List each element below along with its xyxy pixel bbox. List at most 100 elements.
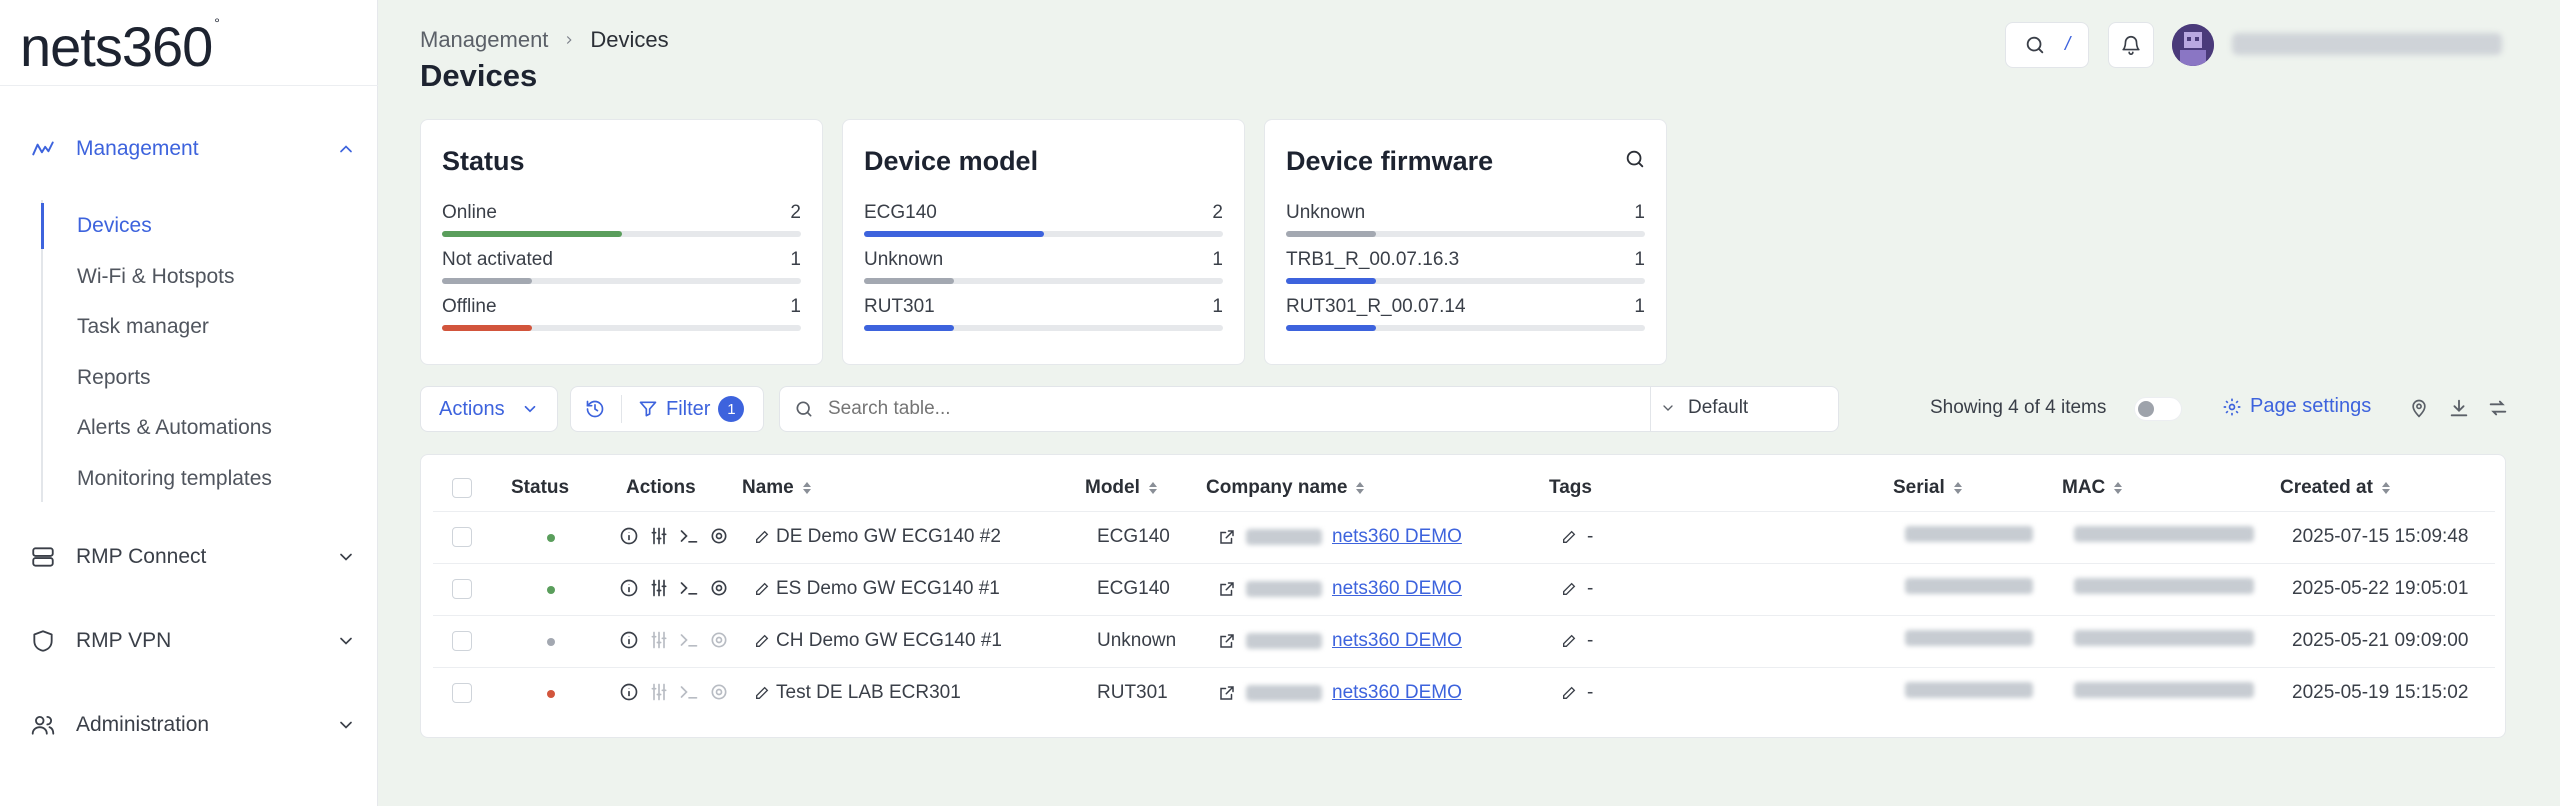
device-name-link[interactable]: CH Demo GW ECG140 #1	[754, 630, 1002, 652]
tags-cell[interactable]: -	[1561, 526, 1593, 548]
history-icon[interactable]	[585, 399, 605, 419]
stat-row[interactable]: Unknown 1	[864, 249, 1223, 289]
gear-icon[interactable]	[709, 526, 729, 546]
refresh-icon[interactable]	[2487, 397, 2509, 419]
nav-section-rmp-vpn[interactable]: RMP VPN	[0, 615, 378, 667]
company-link[interactable]: nets360 DEMO	[1332, 682, 1462, 704]
company-cell[interactable]: nets360 DEMO	[1218, 682, 1462, 704]
sidebar-item-task-manager[interactable]: Task manager	[77, 315, 209, 339]
global-search-button[interactable]: /	[2005, 22, 2089, 68]
sidebar-item-devices[interactable]: Devices	[77, 214, 152, 238]
search-input[interactable]	[828, 398, 1628, 420]
user-email-redacted[interactable]	[2232, 33, 2502, 55]
external-link-icon[interactable]	[1218, 684, 1236, 702]
notifications-button[interactable]	[2108, 22, 2154, 68]
search-icon[interactable]	[1624, 148, 1646, 170]
chevron-down-icon[interactable]	[334, 545, 358, 569]
filter-button[interactable]: Filter 1	[638, 396, 745, 422]
company-cell[interactable]: nets360 DEMO	[1218, 630, 1462, 652]
sliders-icon[interactable]	[649, 682, 669, 702]
column-header-name[interactable]: Name	[742, 477, 812, 499]
sliders-icon[interactable]	[649, 578, 669, 598]
edit-icon[interactable]	[754, 685, 770, 701]
column-header-serial[interactable]: Serial	[1893, 477, 1963, 499]
row-checkbox[interactable]	[452, 579, 472, 599]
chevron-down-icon[interactable]	[334, 713, 358, 737]
edit-icon[interactable]	[754, 529, 770, 545]
stat-row[interactable]: Unknown 1	[1286, 202, 1645, 242]
terminal-icon[interactable]	[679, 526, 699, 546]
company-link[interactable]: nets360 DEMO	[1332, 526, 1462, 548]
row-checkbox[interactable]	[452, 631, 472, 651]
nav-section-administration[interactable]: Administration	[0, 699, 378, 751]
avatar[interactable]	[2172, 24, 2214, 66]
table-row[interactable]: CH Demo GW ECG140 #1 Unknown nets360 DEM…	[433, 615, 2495, 667]
company-link[interactable]: nets360 DEMO	[1332, 630, 1462, 652]
info-icon[interactable]	[619, 526, 639, 546]
stat-row[interactable]: TRB1_R_00.07.16.3 1	[1286, 249, 1645, 289]
edit-icon[interactable]	[1561, 685, 1577, 701]
view-select[interactable]: Default	[1660, 397, 1748, 419]
sidebar-item-reports[interactable]: Reports	[77, 366, 151, 390]
toggle-switch[interactable]	[2134, 397, 2182, 421]
terminal-icon[interactable]	[679, 682, 699, 702]
chevron-up-icon[interactable]	[334, 137, 358, 161]
column-header-model[interactable]: Model	[1085, 477, 1158, 499]
tags-cell[interactable]: -	[1561, 578, 1593, 600]
sidebar-item-alerts-automations[interactable]: Alerts & Automations	[77, 416, 272, 440]
gear-icon[interactable]	[709, 682, 729, 702]
table-row[interactable]: Test DE LAB ECR301 RUT301 nets360 DEMO -…	[433, 667, 2495, 719]
breadcrumb-item-management[interactable]: Management	[420, 27, 548, 53]
external-link-icon[interactable]	[1218, 632, 1236, 650]
sidebar-item-wifi-hotspots[interactable]: Wi-Fi & Hotspots	[77, 265, 235, 289]
edit-icon[interactable]	[1561, 633, 1577, 649]
external-link-icon[interactable]	[1218, 580, 1236, 598]
sliders-icon[interactable]	[649, 526, 669, 546]
column-header-company[interactable]: Company name	[1206, 477, 1365, 499]
info-icon[interactable]	[619, 682, 639, 702]
stat-row[interactable]: Online 2	[442, 202, 801, 242]
stat-row[interactable]: Not activated 1	[442, 249, 801, 289]
table-row[interactable]: DE Demo GW ECG140 #2 ECG140 nets360 DEMO…	[433, 511, 2495, 563]
app-logo[interactable]: nets360 °	[20, 14, 220, 79]
table-row[interactable]: ES Demo GW ECG140 #1 ECG140 nets360 DEMO…	[433, 563, 2495, 615]
nav-section-rmp-connect[interactable]: RMP Connect	[0, 531, 378, 583]
row-checkbox[interactable]	[452, 527, 472, 547]
map-pin-icon[interactable]	[2409, 397, 2429, 419]
company-link[interactable]: nets360 DEMO	[1332, 578, 1462, 600]
select-all-checkbox[interactable]	[452, 478, 472, 498]
column-header-mac[interactable]: MAC	[2062, 477, 2123, 499]
column-header-created-at[interactable]: Created at	[2280, 477, 2391, 499]
device-name-link[interactable]: ES Demo GW ECG140 #1	[754, 578, 1000, 600]
page-settings-button[interactable]: Page settings	[2222, 395, 2371, 418]
edit-icon[interactable]	[754, 581, 770, 597]
sliders-icon[interactable]	[649, 630, 669, 650]
info-icon[interactable]	[619, 578, 639, 598]
edit-icon[interactable]	[1561, 581, 1577, 597]
row-checkbox[interactable]	[452, 683, 472, 703]
device-name-link[interactable]: Test DE LAB ECR301	[754, 682, 961, 704]
terminal-icon[interactable]	[679, 630, 699, 650]
device-name-link[interactable]: DE Demo GW ECG140 #2	[754, 526, 1001, 548]
stat-row[interactable]: ECG140 2	[864, 202, 1223, 242]
edit-icon[interactable]	[754, 633, 770, 649]
search-icon	[2024, 34, 2046, 56]
company-cell[interactable]: nets360 DEMO	[1218, 578, 1462, 600]
info-icon[interactable]	[619, 630, 639, 650]
stat-row[interactable]: RUT301 1	[864, 296, 1223, 336]
external-link-icon[interactable]	[1218, 528, 1236, 546]
chevron-down-icon[interactable]	[334, 629, 358, 653]
stat-row[interactable]: RUT301_R_00.07.14 1	[1286, 296, 1645, 336]
company-cell[interactable]: nets360 DEMO	[1218, 526, 1462, 548]
edit-icon[interactable]	[1561, 529, 1577, 545]
download-icon[interactable]	[2448, 397, 2470, 419]
actions-dropdown[interactable]: Actions	[420, 386, 558, 432]
tags-cell[interactable]: -	[1561, 630, 1593, 652]
gear-icon[interactable]	[709, 578, 729, 598]
nav-section-management[interactable]: Management	[0, 123, 378, 175]
gear-icon[interactable]	[709, 630, 729, 650]
sidebar-item-monitoring-templates[interactable]: Monitoring templates	[77, 467, 272, 491]
terminal-icon[interactable]	[679, 578, 699, 598]
stat-row[interactable]: Offline 1	[442, 296, 801, 336]
tags-cell[interactable]: -	[1561, 682, 1593, 704]
